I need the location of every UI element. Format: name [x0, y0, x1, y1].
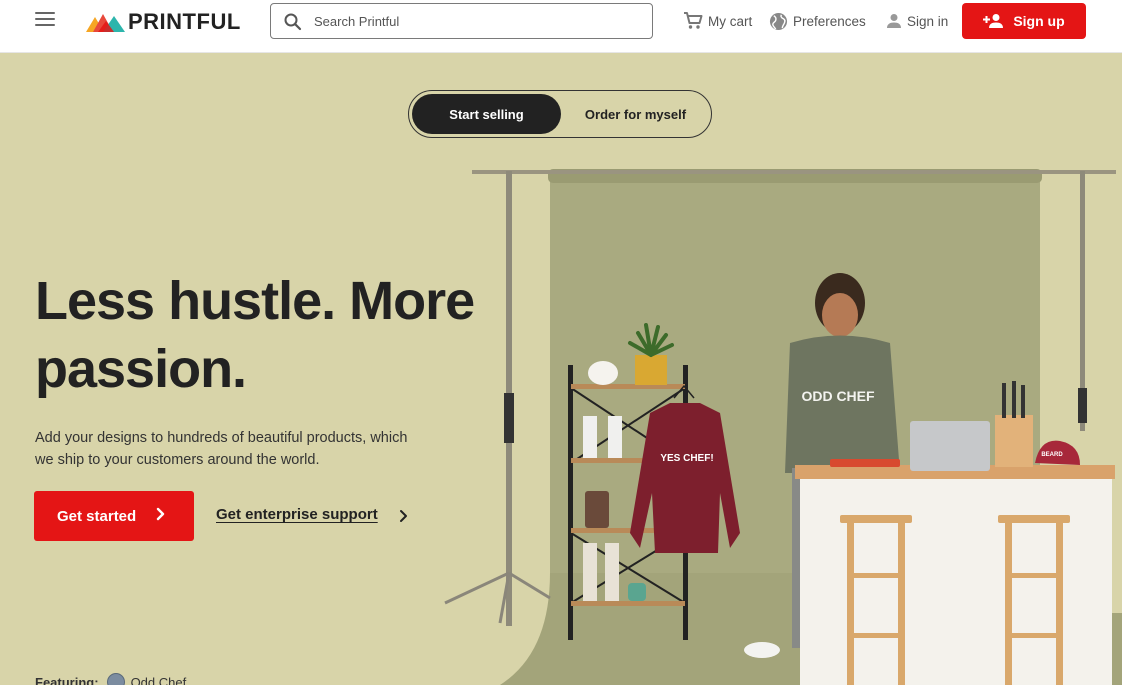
hamburger-menu-icon[interactable]: [35, 12, 55, 28]
sweatshirt-print-text: YES CHEF!: [660, 453, 713, 464]
hero-photo: YES CHEF! ODD CHEF BEARD: [444, 169, 1122, 685]
get-started-button[interactable]: Get started: [34, 491, 194, 541]
chevron-right-icon: [400, 510, 407, 522]
get-started-label: Get started: [57, 507, 137, 525]
brand-avatar: [106, 673, 125, 685]
enterprise-support-link[interactable]: Get enterprise support: [216, 506, 378, 523]
printful-mountains-icon: [86, 14, 125, 32]
featuring-row: Featuring: Odd Chef: [35, 673, 186, 685]
sign-in-link[interactable]: Sign in: [886, 10, 948, 32]
order-for-myself-tab[interactable]: Order for myself: [561, 94, 710, 134]
top-navigation-bar: PRINTFUL My cart Preferences Sign in: [0, 0, 1122, 53]
start-selling-tab[interactable]: Start selling: [412, 94, 561, 134]
cart-label: My cart: [708, 13, 753, 29]
hero-subtext: Add your designs to hundreds of beautifu…: [35, 430, 408, 468]
search-icon: [284, 13, 302, 31]
sign-in-label: Sign in: [907, 13, 949, 29]
featured-brand-name[interactable]: Odd Chef: [131, 675, 187, 685]
tshirt-print-text: ODD CHEF: [801, 388, 875, 404]
add-user-icon: [983, 14, 1004, 28]
hero-section: YES CHEF! ODD CHEF BEARD Start selling O…: [0, 53, 1122, 685]
search-input[interactable]: [314, 10, 634, 32]
cap-print-text: BEARD: [1041, 452, 1063, 458]
my-cart-link[interactable]: My cart: [683, 10, 752, 32]
audience-toggle: Start selling Order for myself: [408, 90, 712, 138]
search-bar[interactable]: [270, 3, 653, 39]
preferences-link[interactable]: Preferences: [769, 10, 866, 32]
sign-up-button[interactable]: Sign up: [962, 3, 1086, 39]
logo-wordmark: PRINTFUL: [128, 9, 241, 34]
hero-headline: Less hustle. More passion.: [35, 271, 475, 399]
chevron-right-icon: [156, 507, 165, 521]
featuring-label: Featuring:: [35, 674, 99, 685]
globe-icon: [769, 12, 788, 30]
sign-up-label: Sign up: [1013, 13, 1065, 29]
user-icon: [887, 14, 901, 28]
cart-icon: [684, 12, 703, 29]
printful-logo[interactable]: PRINTFUL: [86, 10, 241, 34]
preferences-label: Preferences: [793, 13, 866, 29]
